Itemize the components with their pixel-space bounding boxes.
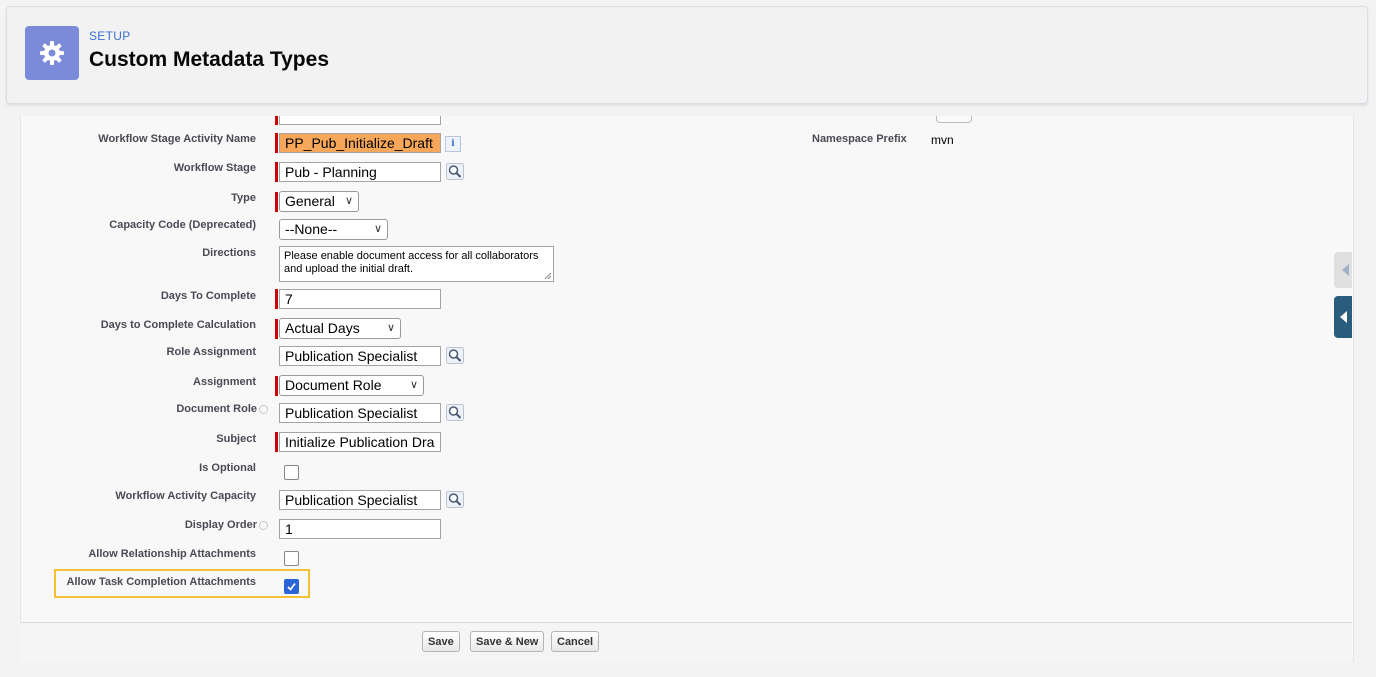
gear-icon xyxy=(25,26,79,80)
cancel-button[interactable]: Cancel xyxy=(551,631,600,652)
allow-relationship-attachments-checkbox[interactable] xyxy=(284,551,299,566)
label-role-assignment: Role Assignment xyxy=(166,346,256,358)
label-namespace-prefix: Namespace Prefix xyxy=(812,133,907,145)
assignment-select-value: Document Role xyxy=(285,377,382,393)
magnifier-lookup-icon[interactable] xyxy=(446,404,464,421)
clipped-required-marker xyxy=(275,116,278,125)
save-and-new-button[interactable]: Save & New xyxy=(470,631,545,652)
chevron-down-icon: ∨ xyxy=(409,379,418,391)
is-optional-checkbox[interactable] xyxy=(284,465,299,480)
button-bar xyxy=(20,622,1352,661)
clipped-controls-top-right xyxy=(936,116,972,123)
required-marker xyxy=(275,319,278,339)
days-to-complete-input[interactable]: 7 xyxy=(279,289,441,309)
days-to-complete-calculation-select[interactable]: Actual Days ∨ xyxy=(279,318,401,339)
page-header: SETUP Custom Metadata Types xyxy=(6,6,1368,104)
label-document-role: Document Role xyxy=(176,403,268,415)
save-button[interactable]: Save xyxy=(422,631,460,652)
allow-task-completion-attachments-checkbox[interactable] xyxy=(284,579,299,594)
label-directions: Directions xyxy=(202,247,256,259)
label-assignment: Assignment xyxy=(193,376,256,388)
label-type: Type xyxy=(231,192,256,204)
workflow-activity-capacity-input[interactable]: Publication Specialist xyxy=(279,490,441,510)
label-is-optional: Is Optional xyxy=(199,462,256,474)
directions-textarea[interactable]: Please enable document access for all co… xyxy=(279,246,554,282)
document-role-input[interactable]: Publication Specialist xyxy=(279,403,441,423)
namespace-prefix-value: mvn xyxy=(931,133,954,147)
assignment-select[interactable]: Document Role ∨ xyxy=(279,375,424,396)
type-select[interactable]: General ∨ xyxy=(279,191,359,212)
display-order-label-text: Display Order xyxy=(184,519,257,531)
label-days-to-complete: Days To Complete xyxy=(160,290,256,302)
magnifier-lookup-icon[interactable] xyxy=(446,163,464,180)
checkmark-icon xyxy=(287,582,296,591)
required-marker xyxy=(275,376,278,396)
required-marker xyxy=(275,432,278,452)
help-icon[interactable] xyxy=(259,404,268,414)
resize-handle-icon[interactable] xyxy=(544,272,552,280)
required-marker xyxy=(275,133,278,153)
label-days-to-complete-calculation: Days to Complete Calculation xyxy=(100,319,256,331)
label-display-order: Display Order xyxy=(185,519,268,531)
label-allow-task-completion-attachments: Allow Task Completion Attachments xyxy=(66,576,256,588)
info-icon[interactable]: i xyxy=(445,136,461,152)
chevron-down-icon: ∨ xyxy=(344,195,353,207)
chevron-left-icon xyxy=(1340,311,1347,323)
chevron-down-icon: ∨ xyxy=(386,322,395,334)
page-eyebrow: SETUP xyxy=(89,29,131,43)
capacity-code-select-value: --None-- xyxy=(285,221,338,237)
capacity-code-select[interactable]: --None-- ∨ xyxy=(279,219,388,240)
workflow-stage-activity-name-input[interactable]: PP_Pub_Initialize_Draft xyxy=(279,133,441,153)
label-allow-relationship-attachments: Allow Relationship Attachments xyxy=(88,548,256,560)
document-role-label-text: Document Role xyxy=(176,403,257,415)
subject-input[interactable]: Initialize Publication Dra xyxy=(279,432,441,452)
magnifier-lookup-icon[interactable] xyxy=(446,491,464,508)
required-marker xyxy=(275,192,278,212)
label-workflow-stage-activity-name: Workflow Stage Activity Name xyxy=(98,133,256,145)
label-capacity-code: Capacity Code (Deprecated) xyxy=(109,219,256,231)
type-select-value: General xyxy=(285,193,335,209)
label-workflow-stage: Workflow Stage xyxy=(173,162,256,174)
chevron-down-icon: ∨ xyxy=(373,223,382,235)
label-subject: Subject xyxy=(216,433,256,445)
page-title: Custom Metadata Types xyxy=(89,48,329,71)
required-marker xyxy=(275,162,278,182)
side-panel-tab-active[interactable] xyxy=(1334,296,1352,338)
role-assignment-input[interactable]: Publication Specialist xyxy=(279,346,441,366)
display-order-input[interactable]: 1 xyxy=(279,519,441,539)
magnifier-lookup-icon[interactable] xyxy=(446,347,464,364)
workflow-stage-input[interactable]: Pub - Planning xyxy=(279,162,441,182)
help-icon[interactable] xyxy=(259,520,268,530)
required-marker xyxy=(275,289,278,309)
clipped-field-top xyxy=(279,116,441,125)
chevron-left-icon xyxy=(1342,264,1349,276)
days-to-complete-calculation-value: Actual Days xyxy=(285,320,360,336)
side-panel-tab[interactable] xyxy=(1334,252,1352,288)
label-workflow-activity-capacity: Workflow Activity Capacity xyxy=(115,490,256,502)
